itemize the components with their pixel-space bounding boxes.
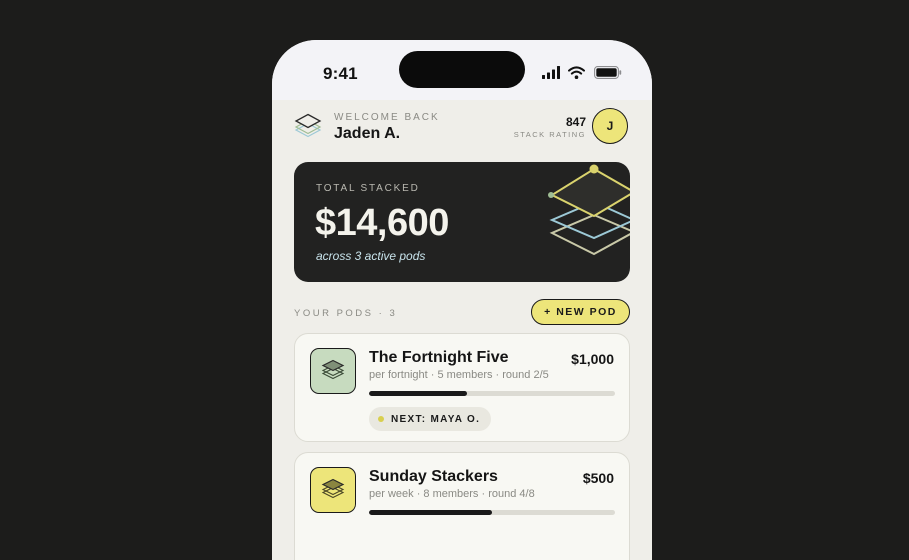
pod-meta: per fortnight · 5 members · round 2/5 <box>369 369 549 381</box>
new-pod-button[interactable]: + NEW POD <box>531 299 630 325</box>
next-payout-chip: NEXT: MAYA O. <box>369 407 492 431</box>
pod-card[interactable]: The Fortnight Five $1,000 per fortnight … <box>294 333 630 442</box>
layers-icon <box>321 478 345 499</box>
pod-progress-bar <box>369 391 615 396</box>
user-name: Jaden A. <box>334 125 401 142</box>
welcome-label: WELCOME BACK <box>334 112 440 123</box>
phone-screen: 9:41 WELCOME BACK Jaden A. 847 STACK RAT… <box>272 40 652 560</box>
your-pods-label: YOUR PODS · 3 <box>294 308 398 319</box>
layers-icon <box>321 359 345 380</box>
next-payout-label: NEXT: MAYA O. <box>391 413 481 425</box>
total-stacked-card: TOTAL STACKED $14,600 across 3 active po… <box>294 162 630 282</box>
pod-avatar <box>310 348 356 394</box>
battery-icon <box>594 66 622 79</box>
total-stacked-amount: $14,600 <box>315 202 449 244</box>
home-content: WELCOME BACK Jaden A. 847 STACK RATING J… <box>272 100 652 560</box>
pod-progress-fill <box>369 510 492 515</box>
pod-avatar <box>310 467 356 513</box>
stack-logo-icon <box>294 113 322 138</box>
pod-progress-fill <box>369 391 468 396</box>
status-dot-icon <box>378 416 384 422</box>
stack-rating-label: STACK RATING <box>513 130 586 139</box>
pod-card[interactable]: Sunday Stackers $500 per week · 8 member… <box>294 452 630 560</box>
dynamic-island <box>399 51 525 88</box>
pod-meta: per week · 8 members · round 4/8 <box>369 488 535 500</box>
signal-icon <box>542 66 560 79</box>
active-pods-subtitle: across 3 active pods <box>316 249 426 263</box>
layered-stack-icon <box>548 164 630 256</box>
wifi-icon <box>568 66 585 79</box>
stack-rating-value: 847 <box>565 115 586 129</box>
status-bar: 9:41 <box>272 40 652 100</box>
pod-name: The Fortnight Five <box>369 349 509 366</box>
status-time: 9:41 <box>323 64 358 83</box>
pod-name: Sunday Stackers <box>369 468 498 485</box>
avatar[interactable]: J <box>592 108 628 144</box>
pod-amount: $1,000 <box>571 351 614 367</box>
pod-progress-bar <box>369 510 615 515</box>
total-stacked-label: TOTAL STACKED <box>316 183 420 194</box>
pod-amount: $500 <box>582 470 614 486</box>
